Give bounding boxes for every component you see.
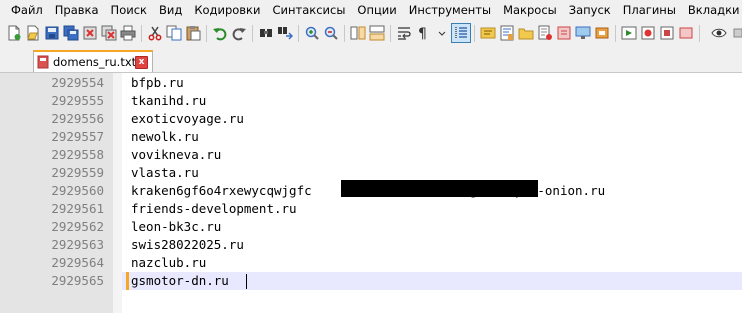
- redaction-box: [341, 180, 538, 197]
- record-macro-icon[interactable]: [639, 24, 657, 42]
- svg-text:¶: ¶: [418, 26, 427, 41]
- sync-vertical-icon[interactable]: [349, 24, 367, 42]
- menu-tools[interactable]: Инструменты: [403, 0, 497, 20]
- document-map-icon[interactable]: [498, 24, 516, 42]
- toolbar-separator: [390, 25, 391, 42]
- close-icon[interactable]: x: [135, 56, 148, 69]
- print-icon[interactable]: [119, 24, 137, 42]
- line-number: 2929554: [51, 75, 104, 90]
- line-number: 2929556: [51, 111, 104, 126]
- zoom-out-icon[interactable]: [322, 24, 340, 42]
- line-number: 2929563: [51, 237, 104, 252]
- word-wrap-icon[interactable]: [395, 24, 413, 42]
- line-number: 2929557: [51, 129, 104, 144]
- undo-icon[interactable]: [211, 24, 229, 42]
- folder-workspace-icon[interactable]: [517, 24, 535, 42]
- close-icon[interactable]: [81, 24, 99, 42]
- find-icon[interactable]: [257, 24, 275, 42]
- toolbar-separator: [141, 25, 142, 42]
- zoom-in-icon[interactable]: [303, 24, 321, 42]
- playback-icon[interactable]: [677, 24, 695, 42]
- document-list-icon[interactable]: [555, 24, 573, 42]
- eye-icon[interactable]: [710, 24, 728, 42]
- new-file-icon[interactable]: [5, 24, 23, 42]
- toolbar: ¶: [0, 21, 742, 46]
- line-number: 2929564: [51, 255, 104, 270]
- line-number: 2929559: [51, 165, 104, 180]
- menu-language[interactable]: Синтаксисы: [266, 0, 351, 20]
- menu-plugins[interactable]: Плагины: [617, 0, 682, 20]
- change-history-marker: [126, 272, 129, 290]
- stop-recording-icon[interactable]: [658, 24, 676, 42]
- toolbar-overflow-icon[interactable]: [729, 24, 742, 42]
- code-line[interactable]: swis28022025.ru: [131, 236, 244, 254]
- line-number: 2929565: [51, 273, 104, 288]
- editor[interactable]: 2929554 2929555 2929556 2929557 2929558 …: [0, 73, 742, 313]
- cut-icon[interactable]: [146, 24, 164, 42]
- tab-domens-ru[interactable]: domens_ru.txt x: [33, 50, 153, 72]
- macro-icon[interactable]: [593, 24, 611, 42]
- function-list-icon[interactable]: [479, 24, 497, 42]
- document-list-icon[interactable]: [536, 24, 554, 42]
- paste-icon[interactable]: [184, 24, 202, 42]
- toolbar-separator: [206, 25, 207, 42]
- tab-bar: domens_ru.txt x: [0, 48, 742, 73]
- menu-search[interactable]: Поиск: [105, 0, 153, 20]
- copy-icon[interactable]: [165, 24, 183, 42]
- run-icon[interactable]: [620, 24, 638, 42]
- toolbar-separator: [298, 25, 299, 42]
- menu-run[interactable]: Запуск: [563, 0, 617, 20]
- code-line[interactable]: nazclub.ru: [131, 254, 206, 272]
- code-line[interactable]: gsmotor-dn.ru: [131, 272, 229, 290]
- line-number: 2929558: [51, 147, 104, 162]
- code-line[interactable]: friends-development.ru: [131, 200, 297, 218]
- show-all-chars-icon[interactable]: ¶: [414, 24, 432, 42]
- file-modified-icon: [37, 55, 49, 69]
- open-file-icon[interactable]: [24, 24, 42, 42]
- tab-label: domens_ru.txt: [53, 55, 137, 69]
- fold-margin[interactable]: [113, 73, 122, 313]
- code-line[interactable]: vovikneva.ru: [131, 146, 221, 164]
- menu-view[interactable]: Вид: [153, 0, 188, 20]
- text-caret: [246, 274, 247, 289]
- code-line[interactable]: vlasta.ru: [131, 164, 199, 182]
- line-number: 2929561: [51, 201, 104, 216]
- menu-settings[interactable]: Опции: [351, 0, 402, 20]
- dropdown-chevron-icon[interactable]: [433, 24, 451, 42]
- line-number: 2929560: [51, 183, 104, 198]
- menu-bar: Файл Правка Поиск Вид Кодировки Синтакси…: [0, 0, 742, 20]
- redo-icon[interactable]: [230, 24, 248, 42]
- replace-icon[interactable]: [276, 24, 294, 42]
- toolbar-separator: [252, 25, 253, 42]
- code-line[interactable]: bfpb.ru: [131, 74, 184, 92]
- save-all-icon[interactable]: [62, 24, 80, 42]
- save-icon[interactable]: [43, 24, 61, 42]
- toolbar-separator: [344, 25, 345, 42]
- toolbar-separator: [474, 25, 475, 42]
- menu-encoding[interactable]: Кодировки: [188, 0, 266, 20]
- close-all-icon[interactable]: [100, 24, 118, 42]
- code-line[interactable]: tkanihd.ru: [131, 92, 206, 110]
- menu-window[interactable]: Вкладки: [682, 0, 742, 20]
- menu-edit[interactable]: Правка: [49, 0, 105, 20]
- menu-file[interactable]: Файл: [0, 0, 49, 20]
- line-number: 2929562: [51, 219, 104, 234]
- code-line[interactable]: newolk.ru: [131, 128, 199, 146]
- monitor-icon[interactable]: [574, 24, 592, 42]
- indent-guide-icon[interactable]: [451, 23, 471, 43]
- code-line[interactable]: leon-bk3c.ru: [131, 218, 221, 236]
- code-line[interactable]: exoticvoyage.ru: [131, 110, 244, 128]
- sync-horizontal-icon[interactable]: [368, 24, 386, 42]
- toolbar-separator: [615, 25, 616, 42]
- menu-macro[interactable]: Макросы: [497, 0, 563, 20]
- line-number: 2929555: [51, 93, 104, 108]
- toolbar-separator: [699, 25, 700, 42]
